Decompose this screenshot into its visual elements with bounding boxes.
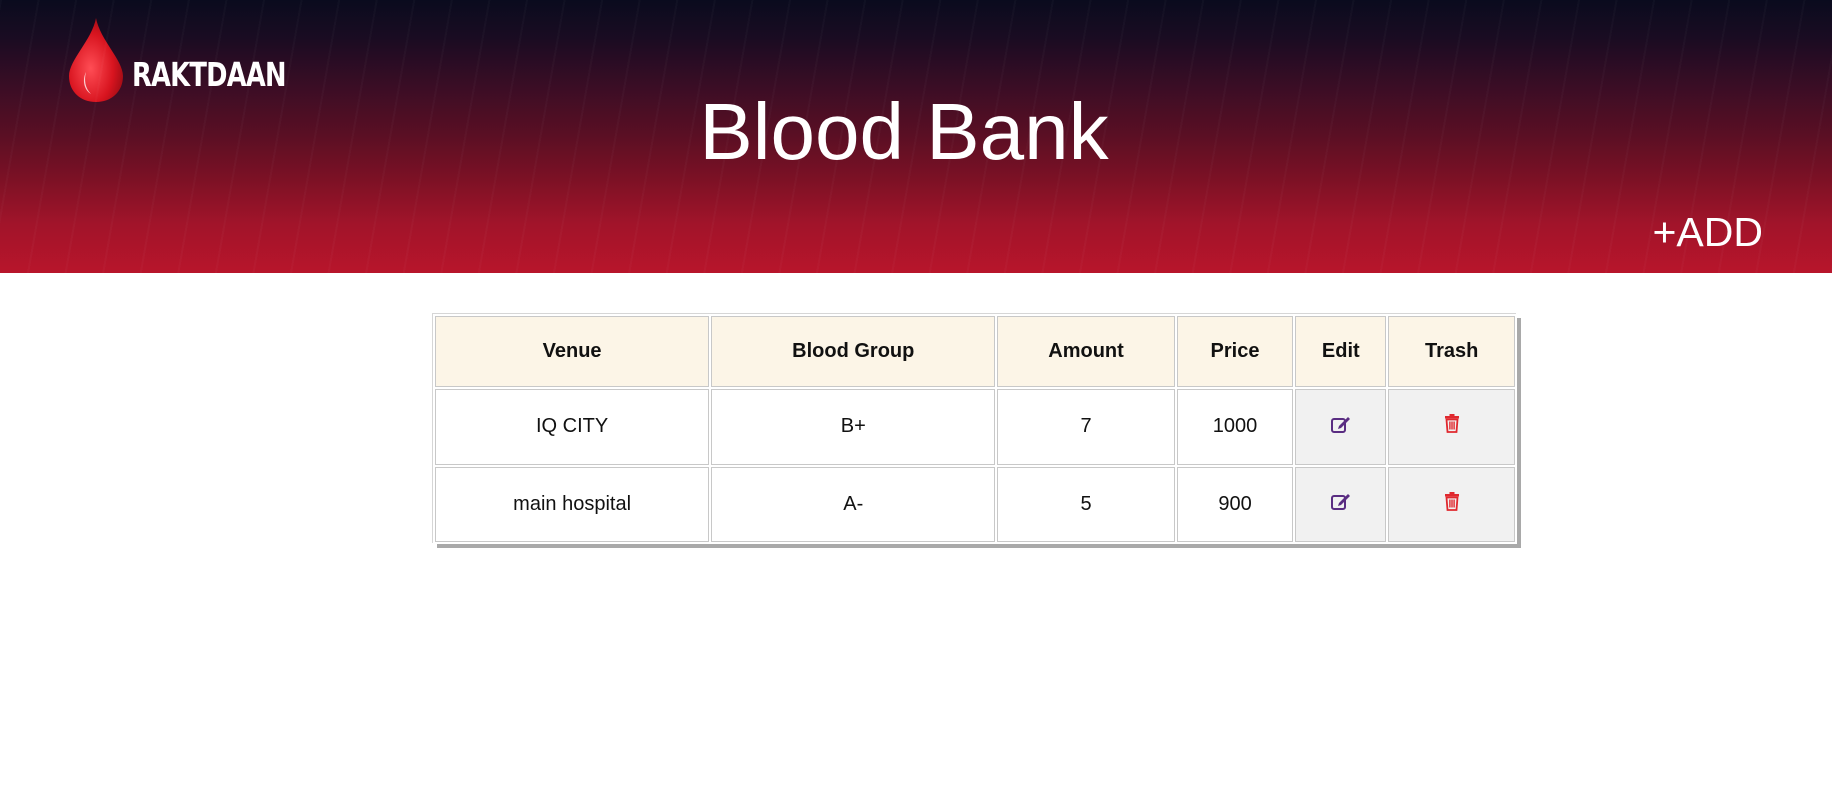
blood-group-cell: A- [711,466,996,542]
amount-cell: 7 [997,389,1175,465]
column-header-venue: Venue [435,316,710,387]
price-cell: 900 [1176,466,1294,542]
table-row: IQ CITY B+ 7 1000 [435,389,1515,465]
page-title: Blood Bank [699,87,1109,176]
trash-button[interactable] [1388,466,1515,542]
trash-icon [1444,414,1460,434]
edit-icon [1330,491,1352,511]
blood-bank-table: Venue Blood Group Amount Price Edit Tras… [433,314,1517,544]
amount-cell: 5 [997,466,1175,542]
add-button[interactable]: +ADD [1652,208,1763,256]
column-header-edit: Edit [1295,316,1387,387]
trash-button[interactable] [1388,389,1515,465]
venue-cell: main hospital [435,466,710,542]
column-header-amount: Amount [997,316,1175,387]
blood-group-cell: B+ [711,389,996,465]
price-cell: 1000 [1176,389,1294,465]
table-header-row: Venue Blood Group Amount Price Edit Tras… [435,316,1515,387]
header-banner: RAKTDAAN Blood Bank +ADD [0,0,1832,273]
column-header-price: Price [1176,316,1294,387]
trash-icon [1444,491,1460,511]
edit-icon [1330,414,1352,434]
table-row: main hospital A- 5 900 [435,466,1515,542]
column-header-trash: Trash [1388,316,1515,387]
venue-cell: IQ CITY [435,389,710,465]
column-header-blood-group: Blood Group [711,316,996,387]
edit-button[interactable] [1295,466,1387,542]
edit-button[interactable] [1295,389,1387,465]
